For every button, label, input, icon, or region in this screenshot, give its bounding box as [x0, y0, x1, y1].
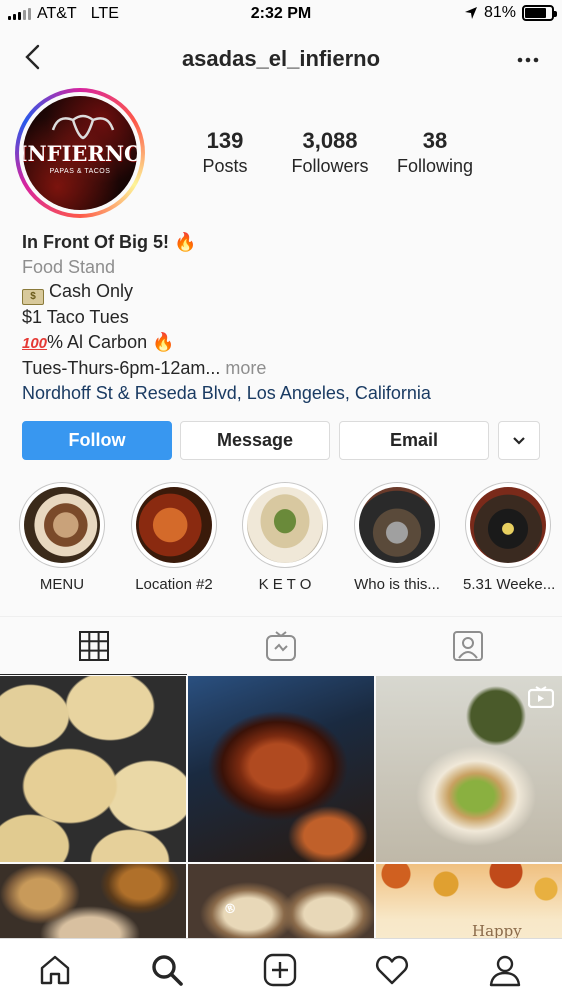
watermark-mark: ® — [221, 900, 240, 919]
status-bar: AT&T LTE 2:32 PM 81% — [0, 0, 562, 30]
post-thumbnail[interactable] — [0, 864, 186, 938]
address-link[interactable]: Nordhoff St & Reseda Blvd, Los Angeles, … — [22, 381, 542, 406]
tab-tagged[interactable] — [374, 617, 561, 675]
story-highlights: MENU Location #2 K E T O Who is this... … — [0, 482, 562, 600]
ellipsis-icon[interactable] — [516, 48, 540, 72]
stat-label: Following — [396, 156, 474, 176]
highlight-menu[interactable]: MENU — [17, 482, 107, 593]
stat-followers[interactable]: 3,088 Followers — [280, 128, 380, 177]
new-post-icon[interactable] — [263, 953, 297, 987]
highlight-keto[interactable]: K E T O — [240, 482, 330, 593]
highlight-thumbnail — [247, 487, 323, 563]
post-caption-text: Happy — [472, 922, 522, 938]
highlight-location-2[interactable]: Location #2 — [129, 482, 219, 593]
battery-icon — [522, 5, 557, 21]
username-title: asadas_el_infierno — [181, 46, 381, 71]
highlight-thumbnail — [470, 487, 546, 563]
bio-line-text: Cash Only — [49, 281, 134, 301]
post-thumbnail[interactable]: ® — [188, 864, 374, 938]
hundred-emoji-icon: 100 — [22, 334, 48, 352]
follow-button[interactable]: Follow — [22, 421, 172, 460]
money-emoji-icon: $ — [22, 289, 44, 305]
bio-line: Tues-Thurs-6pm-12am... more — [22, 356, 542, 381]
location-arrow-icon — [464, 7, 477, 19]
stat-following[interactable]: 38 Following — [385, 128, 485, 177]
grid-icon — [78, 631, 109, 661]
profile-category: Food Stand — [22, 256, 116, 277]
battery-percent: 81% — [483, 4, 516, 21]
bio-line-text: Tues-Thurs-6pm-12am... — [22, 358, 221, 378]
profile-actions: Follow Message Email — [22, 421, 540, 461]
highlight-label: K E T O — [258, 576, 312, 593]
profile-name: In Front Of Big 5! 🔥 — [22, 232, 197, 252]
highlight-label: 5.31 Weeke... — [463, 576, 556, 593]
tab-igtv[interactable] — [187, 617, 374, 675]
activity-heart-icon[interactable] — [375, 953, 409, 987]
search-icon[interactable] — [150, 953, 184, 987]
highlight-who-is-this[interactable]: Who is this... — [352, 482, 442, 593]
tab-grid[interactable] — [0, 617, 187, 675]
highlight-thumbnail — [359, 487, 435, 563]
avatar-logo-subtext: PAPAS & TACOS — [49, 168, 111, 175]
profile-bio: In Front Of Big 5! 🔥 Food Stand $ Cash O… — [22, 230, 542, 405]
bio-line: $ Cash Only — [22, 279, 542, 305]
home-icon[interactable] — [38, 953, 72, 987]
highlight-5-31-weekend[interactable]: 5.31 Weeke... — [463, 482, 556, 593]
bull-skull-icon — [51, 114, 115, 140]
highlight-thumbnail — [24, 487, 100, 563]
bio-more-link[interactable]: more — [220, 358, 266, 378]
avatar-logo-text: INFIERNO — [23, 141, 137, 166]
email-button[interactable]: Email — [339, 421, 489, 460]
post-thumbnail[interactable] — [376, 676, 562, 862]
profile-icon[interactable] — [488, 953, 522, 987]
post-thumbnail[interactable] — [0, 676, 186, 862]
profile-stats: 139 Posts 3,088 Followers 38 Following — [175, 128, 485, 177]
profile-header: asadas_el_infierno — [0, 34, 562, 80]
highlight-label: Location #2 — [135, 576, 213, 593]
suggested-dropdown-button[interactable] — [498, 421, 540, 460]
bio-line: 100% Al Carbon 🔥 — [22, 330, 542, 357]
avatar-story-ring[interactable]: INFIERNO PAPAS & TACOS — [15, 88, 145, 218]
igtv-badge-icon — [528, 686, 554, 708]
chevron-down-icon — [513, 436, 525, 445]
stat-value: 139 — [206, 128, 244, 153]
stat-value: 3,088 — [302, 128, 358, 153]
bio-line-text: % Al Carbon 🔥 — [47, 331, 175, 352]
post-thumbnail[interactable]: Happy — [376, 864, 562, 938]
profile-tabs — [0, 616, 562, 675]
highlight-thumbnail — [136, 487, 212, 563]
highlight-label: MENU — [39, 576, 85, 593]
stat-value: 38 — [422, 128, 448, 153]
highlight-label: Who is this... — [354, 576, 440, 593]
posts-grid: ® Happy — [0, 676, 562, 938]
post-thumbnail[interactable] — [188, 676, 374, 862]
avatar: INFIERNO PAPAS & TACOS — [23, 96, 137, 210]
stat-label: Followers — [291, 156, 369, 176]
bottom-nav — [0, 938, 562, 1000]
igtv-icon — [265, 631, 296, 661]
bio-line: $1 Taco Tues — [22, 307, 129, 327]
tagged-user-icon — [452, 631, 483, 661]
message-button[interactable]: Message — [180, 421, 330, 460]
stat-posts[interactable]: 139 Posts — [175, 128, 275, 177]
stat-label: Posts — [202, 156, 248, 176]
